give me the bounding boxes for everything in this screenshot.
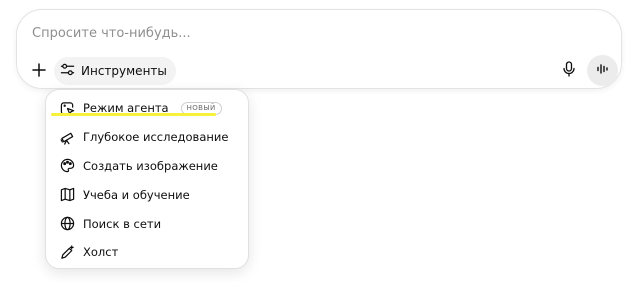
dictate-button[interactable] [555,57,583,85]
menu-item-web-search[interactable]: Поиск в сети [46,209,248,238]
menu-item-deep-research[interactable]: Глубокое исследование [46,123,248,152]
globe-icon [59,216,75,232]
menu-item-label: Учеба и обучение [83,187,190,202]
prompt-composer: Инструменты [16,9,622,89]
menu-item-label: Глубокое исследование [83,130,229,145]
plus-icon [32,62,46,81]
menu-item-agent-mode[interactable]: Режим агента НОВЫЙ [46,94,248,123]
menu-item-label: Холст [83,245,119,260]
tools-menu: Режим агента НОВЫЙ Глубокое исследование… [45,89,249,269]
tools-button-label: Инструменты [81,64,167,78]
microphone-icon [562,61,576,81]
tools-button[interactable]: Инструменты [54,57,176,85]
telescope-icon [59,129,75,145]
voice-wave-icon [596,61,610,80]
pen-sparkle-icon [59,244,75,260]
voice-mode-button[interactable] [587,55,618,86]
add-attachment-button[interactable] [25,57,53,85]
prompt-input[interactable] [32,22,552,44]
menu-item-study-learn[interactable]: Учеба и обучение [46,180,248,209]
highlight-underline [51,113,216,116]
palette-icon [59,158,75,174]
menu-item-canvas[interactable]: Холст [46,238,248,267]
sliders-icon [60,62,75,81]
book-icon [59,187,75,203]
menu-item-label: Создать изображение [83,158,218,173]
menu-item-create-image[interactable]: Создать изображение [46,152,248,181]
menu-item-label: Поиск в сети [83,216,162,231]
